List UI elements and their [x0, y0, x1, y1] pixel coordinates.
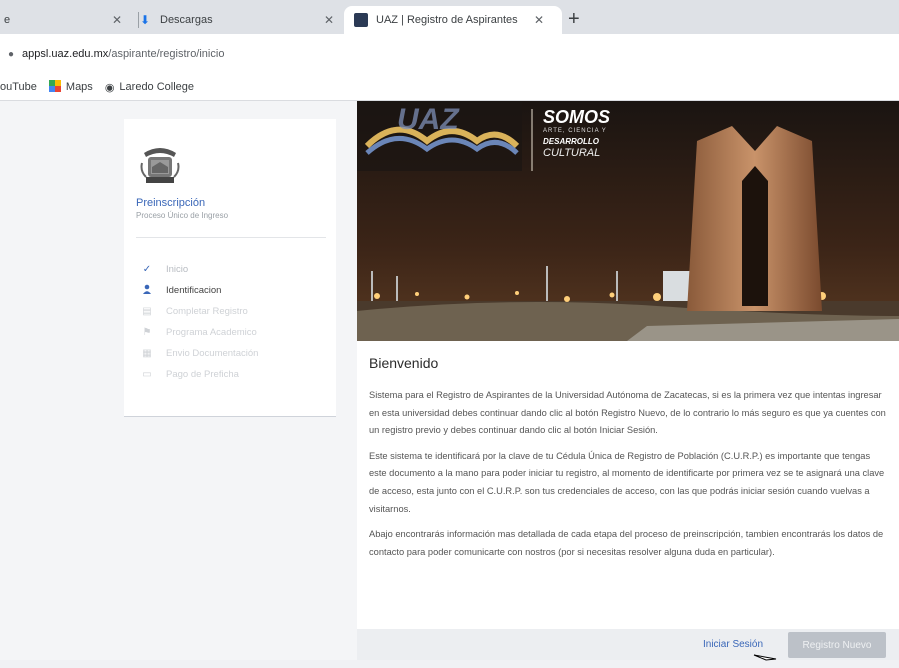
document-icon: ▦	[142, 348, 152, 359]
globe-icon: ◉	[104, 81, 115, 94]
mouse-cursor-icon	[752, 650, 778, 661]
step-completar-registro: ▤ Completar Registro	[140, 301, 330, 322]
hero-slogan-line2: ARTE, CIENCIA Y	[543, 128, 607, 134]
bookmark-laredo-college[interactable]: ◉ Laredo College	[105, 81, 194, 94]
close-tab-icon[interactable]: ✕	[324, 13, 334, 27]
register-button[interactable]: Registro Nuevo	[788, 632, 886, 658]
bookmark-label: Laredo College	[119, 81, 195, 93]
hero-slogan-line3: DESARROLLO	[543, 137, 599, 146]
new-tab-button[interactable]: +	[568, 8, 580, 31]
page-content: Preinscripción Proceso Único de Ingreso …	[0, 101, 899, 660]
step-label: Identificacion	[166, 285, 222, 296]
welcome-heading: Bienvenido	[369, 355, 439, 371]
person-icon	[140, 284, 154, 297]
tab-separator	[138, 12, 139, 28]
step-programa-academico: ⚑ Programa Academico	[140, 322, 330, 343]
url-host: appsl.uaz.edu.mx	[22, 48, 109, 60]
step-pago-preficha: ▭ Pago de Preficha	[140, 364, 330, 385]
paragraph: Este sistema te identificará por la clav…	[369, 450, 885, 514]
url-path: /aspirante/registro/inicio	[108, 48, 225, 60]
divider	[136, 237, 326, 238]
step-label: Inicio	[166, 264, 189, 275]
tab-partial[interactable]: e ✕	[0, 6, 140, 34]
sidebar-card: Preinscripción Proceso Único de Ingreso …	[124, 119, 336, 417]
lock-icon: ●	[8, 48, 15, 60]
school-icon: ⚑	[142, 327, 152, 338]
hero-slogan-line4: CULTURAL	[543, 147, 601, 159]
step-inicio[interactable]: ✓ Inicio	[140, 259, 330, 280]
bookmark-label: ouTube	[0, 81, 37, 93]
browser-tab-strip: e ✕ ⬇ Descargas ✕ UAZ | Registro de Aspi…	[0, 0, 899, 34]
tab-label: e	[4, 14, 11, 26]
steps-list: ✓ Inicio Identificacion ▤ Completar Regi…	[140, 259, 330, 385]
main-card: UAZ SOMOS ARTE, CIENCIA Y DESARROLLO CUL…	[357, 101, 899, 660]
close-tab-icon[interactable]: ✕	[112, 13, 122, 27]
bookmarks-bar: ouTube Maps ◉ Laredo College	[0, 74, 899, 101]
paragraph: Sistema para el Registro de Aspirantes d…	[369, 390, 886, 436]
address-bar: ● appsl.uaz.edu.mx /aspirante/registro/i…	[0, 34, 899, 74]
step-label: Pago de Preficha	[166, 369, 239, 380]
sidebar-title: Preinscripción	[136, 197, 206, 209]
sidebar-subtitle: Proceso Único de Ingreso	[136, 211, 229, 220]
bookmark-maps[interactable]: Maps	[48, 79, 93, 95]
step-label: Completar Registro	[166, 306, 248, 317]
close-tab-icon[interactable]: ✕	[534, 13, 544, 27]
download-icon: ⬇	[140, 13, 151, 27]
welcome-text: Sistema para el Registro de Aspirantes d…	[369, 387, 889, 569]
bookmark-label: Maps	[65, 81, 93, 93]
maps-icon	[48, 79, 61, 95]
hero-logo-text: UAZ	[397, 103, 459, 136]
card-footer: Iniciar Sesión Registro Nuevo	[357, 629, 899, 660]
check-icon: ✓	[142, 264, 152, 275]
step-label: Envio Documentación	[166, 348, 259, 359]
url-field[interactable]: ● appsl.uaz.edu.mx /aspirante/registro/i…	[0, 40, 899, 68]
step-identificacion[interactable]: Identificacion	[140, 280, 330, 301]
payment-icon: ▭	[142, 369, 152, 380]
step-label: Programa Academico	[166, 327, 257, 338]
university-emblem-icon	[140, 143, 180, 187]
uaz-favicon-icon	[354, 13, 368, 27]
paragraph: Abajo encontrarás información mas detall…	[369, 529, 884, 557]
tab-downloads[interactable]: ⬇ Descargas ✕	[140, 6, 340, 34]
id-card-icon: ▤	[142, 306, 152, 317]
tab-label: Descargas	[160, 14, 213, 26]
tab-uaz-registro[interactable]: UAZ | Registro de Aspirantes ✕	[344, 6, 562, 34]
bookmark-youtube[interactable]: ouTube	[0, 81, 37, 93]
login-button[interactable]: Iniciar Sesión	[703, 639, 763, 650]
hero-banner: UAZ SOMOS ARTE, CIENCIA Y DESARROLLO CUL…	[357, 101, 899, 341]
step-envio-documentacion: ▦ Envio Documentación	[140, 343, 330, 364]
hero-slogan-main: SOMOS	[543, 107, 611, 127]
tab-label: UAZ | Registro de Aspirantes	[376, 14, 518, 26]
